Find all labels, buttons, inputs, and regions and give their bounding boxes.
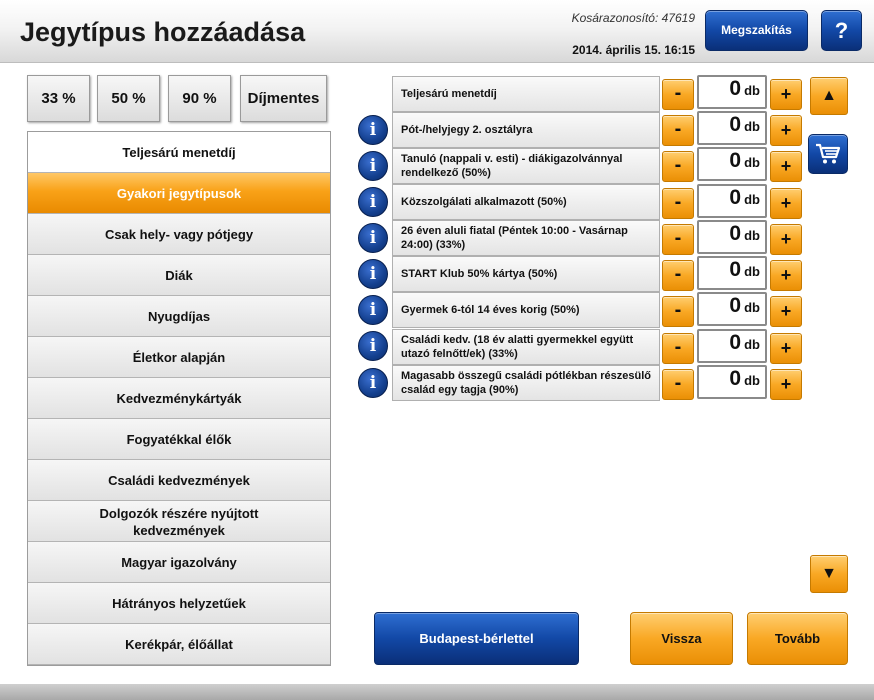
decrement-button[interactable]: - — [662, 188, 694, 219]
next-button[interactable]: Tovább — [747, 612, 848, 665]
triangle-down-icon: ▼ — [821, 565, 837, 582]
info-icon[interactable]: i — [358, 115, 388, 145]
quantity-field[interactable]: 0 db — [697, 75, 767, 109]
quantity-unit: db — [744, 192, 760, 207]
category-item[interactable]: Kerékpár, élőállat — [28, 624, 330, 665]
decrement-button[interactable]: - — [662, 260, 694, 291]
category-item[interactable]: Teljesárú menetdíj — [28, 132, 330, 173]
increment-button[interactable]: + — [770, 224, 802, 255]
bottom-bar — [0, 684, 874, 700]
category-item[interactable]: Életkor alapján — [28, 337, 330, 378]
category-item[interactable]: Hátrányos helyzetűek — [28, 583, 330, 624]
increment-button[interactable]: + — [770, 79, 802, 110]
info-icon[interactable]: i — [358, 368, 388, 398]
ticket-label: Tanuló (nappali v. esti) - diákigazolván… — [392, 148, 660, 184]
quantity-unit: db — [744, 337, 760, 352]
quantity-field[interactable]: 0 db — [697, 184, 767, 218]
ticket-label: Teljesárú menetdíj — [392, 76, 660, 112]
decrement-button[interactable]: - — [662, 369, 694, 400]
quantity-unit: db — [744, 300, 760, 315]
category-item[interactable]: Fogyatékkal élők — [28, 419, 330, 460]
quantity-value: 0 — [729, 186, 742, 209]
quantity-unit: db — [744, 119, 760, 134]
info-icon[interactable]: i — [358, 259, 388, 289]
quantity-field[interactable]: 0 db — [697, 111, 767, 145]
ticket-label: Családi kedv. (18 év alatti gyermekkel e… — [392, 329, 660, 365]
quantity-value: 0 — [729, 258, 742, 281]
scroll-up-button[interactable]: ▲ — [810, 77, 848, 115]
decrement-button[interactable]: - — [662, 224, 694, 255]
increment-button[interactable]: + — [770, 151, 802, 182]
increment-button[interactable]: + — [770, 369, 802, 400]
header-bar: Jegytípus hozzáadása Kosárazonosító: 476… — [0, 0, 874, 63]
ticket-label: 26 éven aluli fiatal (Péntek 10:00 - Vas… — [392, 220, 660, 256]
filter-33-button[interactable]: 33 % — [27, 75, 90, 122]
filter-50-button[interactable]: 50 % — [97, 75, 160, 122]
ticket-label: Magasabb összegű családi pótlékban része… — [392, 365, 660, 401]
quantity-value: 0 — [729, 222, 742, 245]
quantity-unit: db — [744, 373, 760, 388]
scroll-down-button[interactable]: ▼ — [810, 555, 848, 593]
decrement-button[interactable]: - — [662, 333, 694, 364]
category-item[interactable]: Családi kedvezmények — [28, 460, 330, 501]
decrement-button[interactable]: - — [662, 296, 694, 327]
quantity-field[interactable]: 0 db — [697, 220, 767, 254]
abort-button[interactable]: Megszakítás — [705, 10, 808, 51]
quantity-value: 0 — [729, 149, 742, 172]
category-item[interactable]: Kedvezménykártyák — [28, 378, 330, 419]
ticket-label: Közszolgálati alkalmazott (50%) — [392, 184, 660, 220]
category-item[interactable]: Dolgozók részére nyújtott kedvezmények — [28, 501, 330, 542]
info-icon[interactable]: i — [358, 151, 388, 181]
quantity-value: 0 — [729, 113, 742, 136]
filter-free-button[interactable]: Díjmentes — [240, 75, 327, 122]
cart-id-label: Kosárazonosító: 47619 — [571, 11, 695, 25]
filter-90-button[interactable]: 90 % — [168, 75, 231, 122]
quantity-field[interactable]: 0 db — [697, 365, 767, 399]
category-item[interactable]: Csak hely- vagy pótjegy — [28, 214, 330, 255]
shopping-cart-icon — [816, 143, 841, 164]
datetime-label: 2014. április 15. 16:15 — [572, 43, 695, 57]
increment-button[interactable]: + — [770, 260, 802, 291]
category-item[interactable]: Diák — [28, 255, 330, 296]
quantity-value: 0 — [729, 331, 742, 354]
help-button[interactable]: ? — [821, 10, 862, 51]
info-icon[interactable]: i — [358, 187, 388, 217]
cart-button[interactable] — [808, 134, 848, 174]
info-icon[interactable]: i — [358, 295, 388, 325]
quantity-field[interactable]: 0 db — [697, 256, 767, 290]
quantity-field[interactable]: 0 db — [697, 292, 767, 326]
category-item[interactable]: Magyar igazolvány — [28, 542, 330, 583]
quantity-unit: db — [744, 228, 760, 243]
quantity-unit: db — [744, 155, 760, 170]
quantity-value: 0 — [729, 367, 742, 390]
category-item-active[interactable]: Gyakori jegytípusok — [28, 173, 330, 214]
decrement-button[interactable]: - — [662, 79, 694, 110]
ticket-label: Gyermek 6-tól 14 éves korig (50%) — [392, 292, 660, 328]
increment-button[interactable]: + — [770, 333, 802, 364]
page-title: Jegytípus hozzáadása — [20, 17, 306, 47]
quantity-field[interactable]: 0 db — [697, 147, 767, 181]
increment-button[interactable]: + — [770, 115, 802, 146]
increment-button[interactable]: + — [770, 188, 802, 219]
back-button[interactable]: Vissza — [630, 612, 733, 665]
ticket-label: Pót-/helyjegy 2. osztályra — [392, 112, 660, 148]
info-icon[interactable]: i — [358, 331, 388, 361]
info-icon[interactable]: i — [358, 223, 388, 253]
decrement-button[interactable]: - — [662, 115, 694, 146]
decrement-button[interactable]: - — [662, 151, 694, 182]
quantity-unit: db — [744, 264, 760, 279]
quantity-field[interactable]: 0 db — [697, 329, 767, 363]
triangle-up-icon: ▲ — [821, 87, 837, 104]
category-menu: Teljesárú menetdíj Gyakori jegytípusok C… — [27, 131, 331, 666]
increment-button[interactable]: + — [770, 296, 802, 327]
quantity-value: 0 — [729, 77, 742, 100]
ticket-label: START Klub 50% kártya (50%) — [392, 256, 660, 292]
category-item[interactable]: Nyugdíjas — [28, 296, 330, 337]
quantity-value: 0 — [729, 294, 742, 317]
quantity-unit: db — [744, 83, 760, 98]
budapest-pass-button[interactable]: Budapest-bérlettel — [374, 612, 579, 665]
